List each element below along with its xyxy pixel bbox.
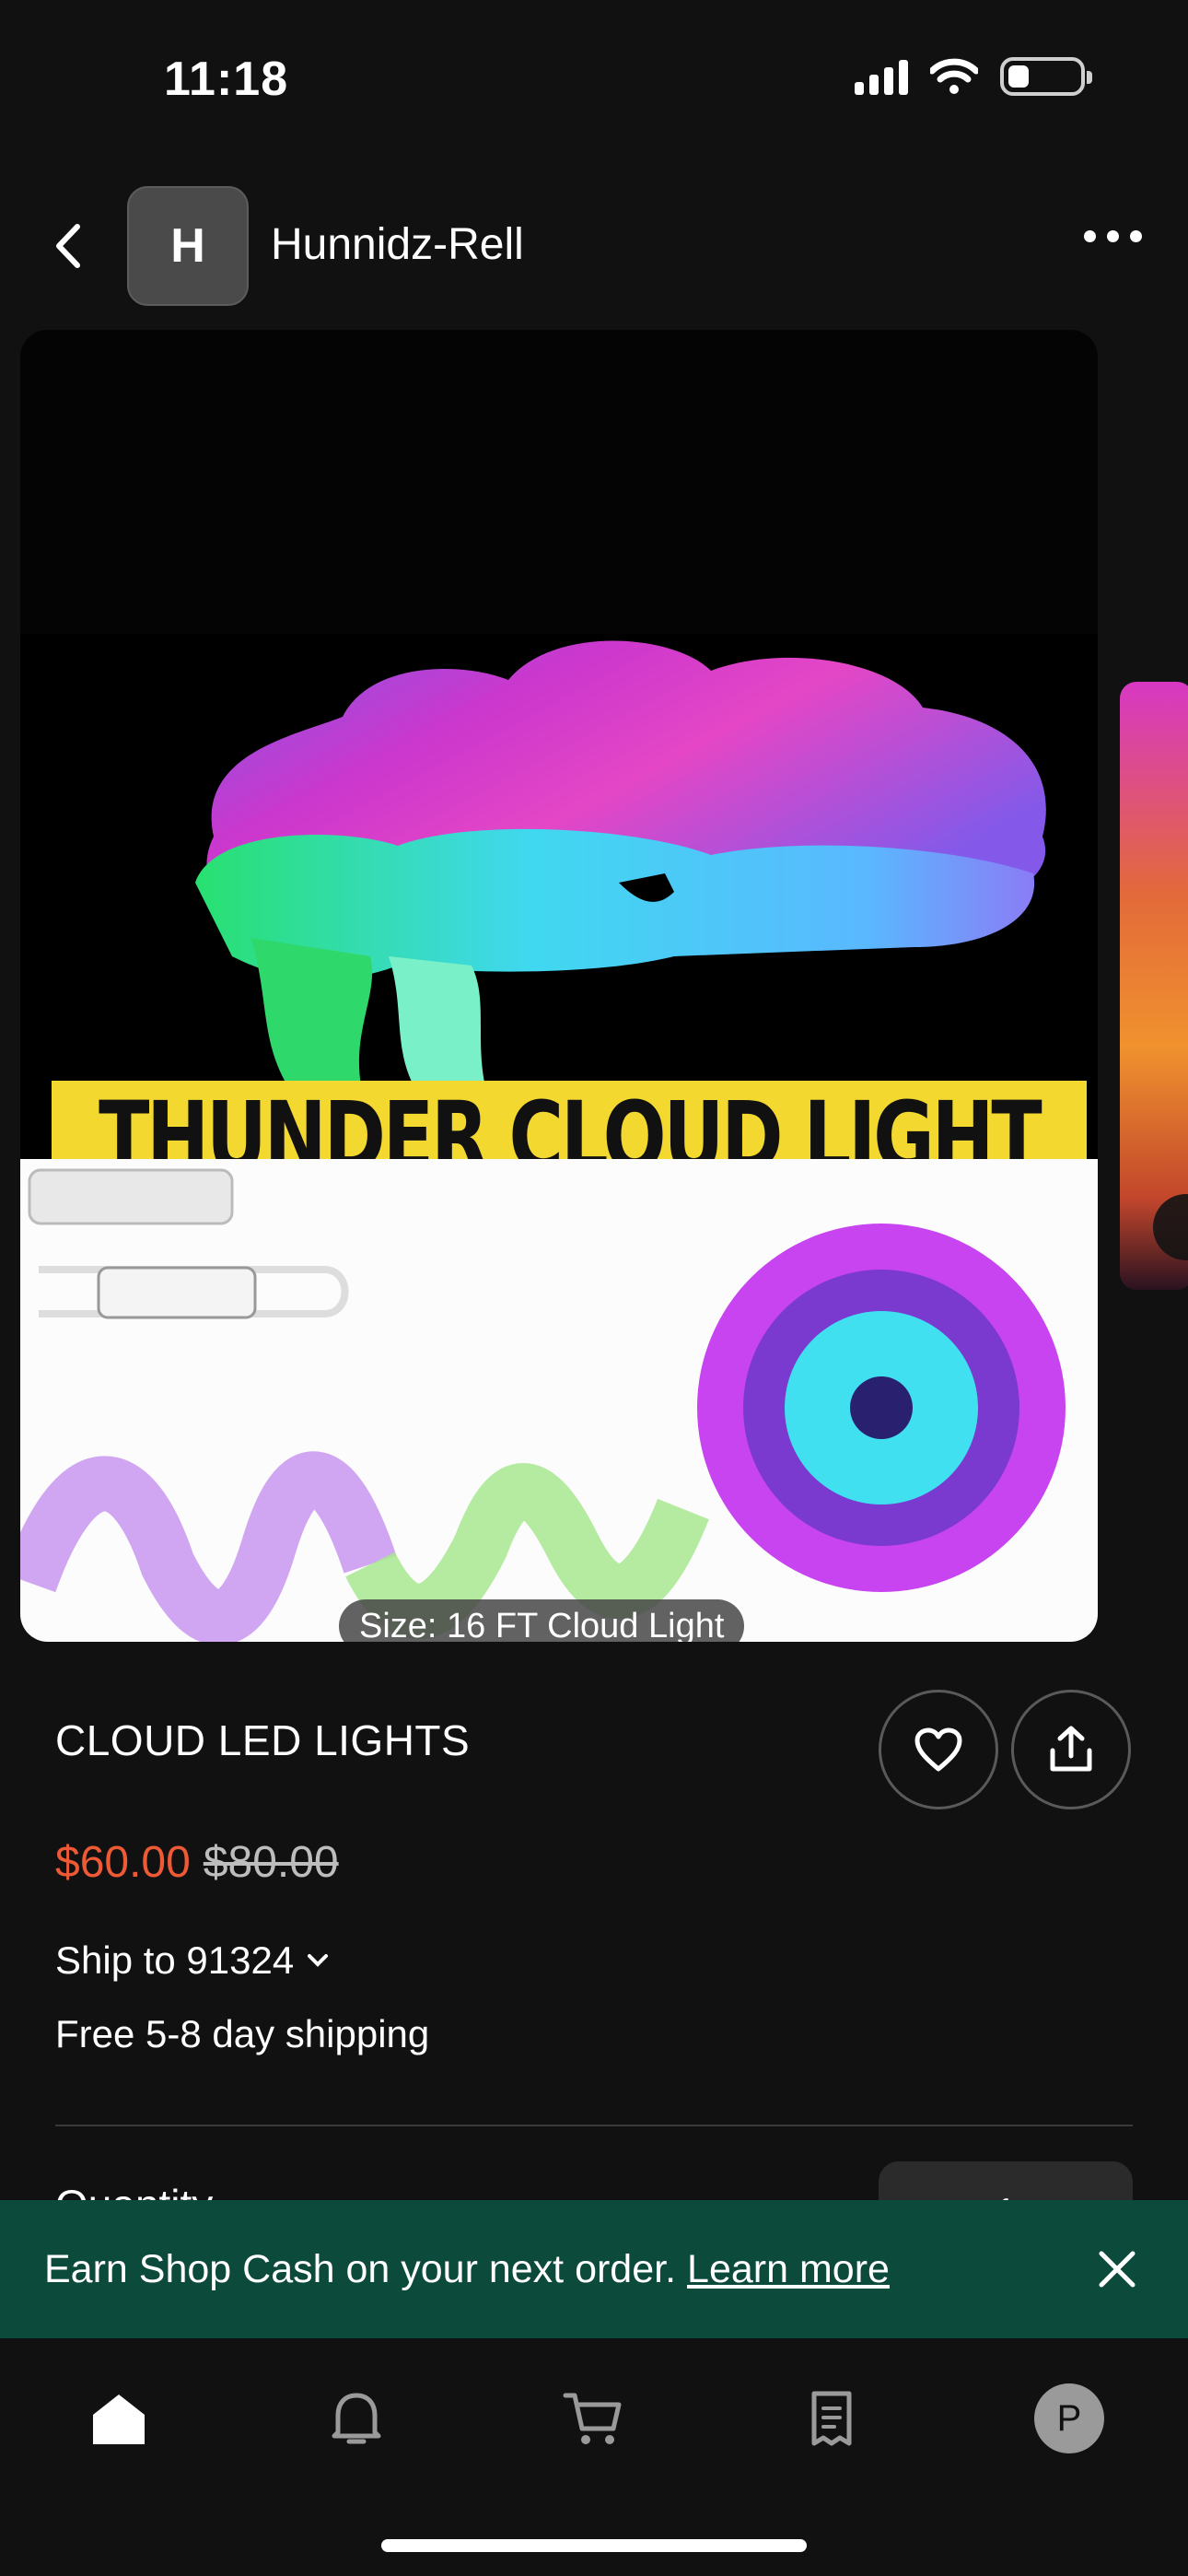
dot-icon [1130,230,1142,242]
receipt-icon [811,2391,852,2446]
toast-message: Earn Shop Cash on your next order. [44,2246,677,2291]
chevron-left-icon [56,224,80,268]
home-icon [93,2395,145,2444]
tab-profile[interactable]: P [1028,2377,1111,2460]
profile-avatar: P [1034,2383,1104,2453]
cloud-light-illustration [195,640,1046,1104]
dot-icon [1107,230,1119,242]
bell-icon [332,2393,381,2444]
back-button[interactable] [44,214,90,278]
sale-price: $60.00 [55,1838,191,1887]
battery-icon [1000,57,1092,96]
signal-icon [855,58,908,95]
product-title: CLOUD LED LIGHTS [55,1716,471,1764]
divider [55,2125,1133,2126]
price-row: $60.00 $80.00 [55,1837,339,1888]
shop-name[interactable]: Hunnidz-Rell [271,219,524,270]
favorite-button[interactable] [879,1690,998,1809]
share-button[interactable] [1011,1690,1131,1809]
tab-notifications[interactable] [315,2377,398,2460]
heart-icon [914,1727,962,1772]
wifi-icon [930,58,978,94]
size-label: Size: 16 FT Cloud Light [339,1599,745,1642]
ship-to-selector[interactable]: Ship to 91324 [55,1938,329,1983]
tab-home[interactable] [77,2377,160,2460]
shop-avatar[interactable]: H [127,186,249,306]
original-price: $80.00 [203,1838,339,1887]
led-strip-illustration [20,1168,1066,1642]
product-image[interactable]: THUNDER CLOUD LIGHT Size: 16 FT Cloud Li… [20,330,1098,1642]
shipping-info: Free 5-8 day shipping [55,2012,430,2055]
learn-more-link[interactable]: Learn more [687,2247,890,2292]
status-icons [855,57,1092,96]
ship-to-label: Ship to 91324 [55,1938,295,1982]
more-options-button[interactable] [1084,230,1142,242]
close-icon[interactable] [1094,2246,1140,2292]
status-time: 11:18 [164,53,289,106]
image-top-area [20,330,1098,634]
chevron-down-icon [308,1954,329,1967]
dot-icon [1084,230,1096,242]
tab-cart[interactable] [551,2377,634,2460]
shop-cash-toast: Earn Shop Cash on your next order. Learn… [0,2200,1188,2338]
tab-orders[interactable] [790,2377,873,2460]
share-icon [1050,1726,1092,1772]
home-indicator [381,2539,807,2552]
cart-icon [563,2393,622,2444]
